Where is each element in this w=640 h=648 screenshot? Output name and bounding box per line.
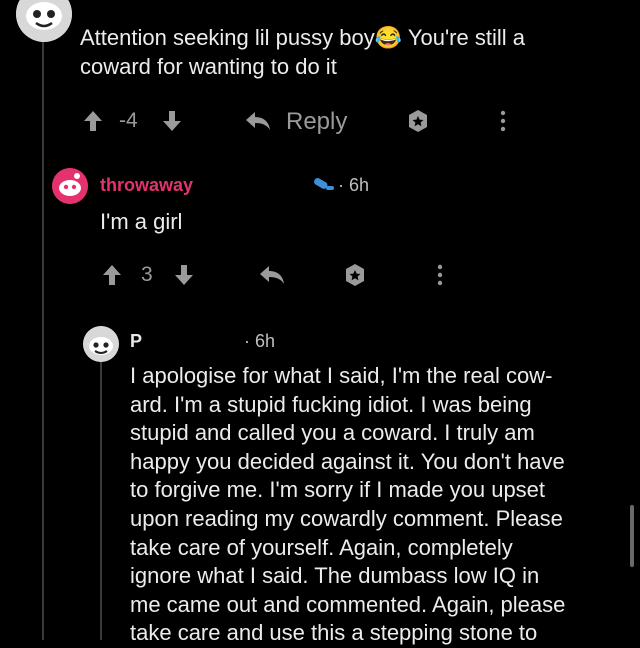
vote-score: -4 (119, 109, 138, 132)
reply-icon[interactable] (244, 110, 272, 132)
more-options-icon[interactable] (500, 110, 506, 132)
thread-line-nested (100, 362, 102, 640)
vote-score: 3 (141, 263, 153, 286)
snoo-avatar-icon[interactable] (83, 326, 119, 362)
award-icon[interactable] (343, 263, 367, 287)
username[interactable]: P (130, 331, 142, 352)
comment-body: I'm a girl (100, 209, 183, 234)
comment-body: Attention seeking lil pussy boy😂 You're … (80, 25, 525, 79)
scrollbar[interactable] (630, 505, 634, 567)
comment-age: · 6h (244, 331, 276, 351)
comment-body: I apologise for what I said, I'm the rea… (130, 363, 566, 646)
reply-icon[interactable] (258, 264, 286, 286)
upvote-icon[interactable] (83, 110, 103, 132)
downvote-icon[interactable] (174, 264, 194, 286)
op-microphone-icon (312, 174, 336, 194)
upvote-icon[interactable] (102, 264, 122, 286)
comment-age: · 6h (338, 175, 370, 195)
thread-line-top (42, 40, 44, 640)
reply-button[interactable]: Reply (286, 108, 347, 136)
username[interactable]: throwaway (100, 175, 193, 196)
more-options-icon[interactable] (437, 264, 443, 286)
downvote-icon[interactable] (162, 110, 182, 132)
user-avatar-icon[interactable] (52, 168, 88, 204)
award-icon[interactable] (406, 109, 430, 133)
snoo-avatar-icon[interactable] (16, 0, 72, 42)
